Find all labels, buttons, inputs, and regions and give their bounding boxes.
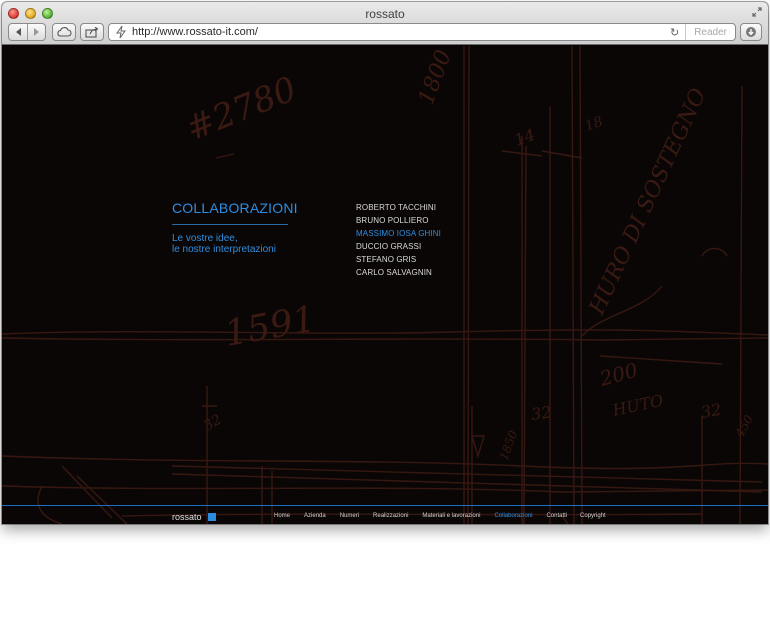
collaborator-link[interactable]: BRUNO POLLIERO (356, 214, 441, 227)
svg-text:#2780: #2780 (180, 69, 302, 149)
svg-text:18: 18 (583, 114, 605, 135)
download-icon (746, 27, 756, 37)
window-title: rossato (365, 7, 405, 21)
collaborator-link[interactable]: CARLO SALVAGNIN (356, 266, 441, 279)
svg-text:32: 32 (530, 402, 553, 424)
svg-text:200: 200 (596, 358, 640, 391)
button-divider (26, 24, 28, 40)
browser-window: rossato http://www.rossato-it.com/ ↻ Rea… (2, 2, 768, 524)
brand-square-icon (207, 513, 216, 521)
share-icon (85, 26, 99, 38)
page-title: COLLABORAZIONI (172, 200, 298, 216)
page-tagline: Le vostre idee, le nostre interpretazion… (172, 233, 276, 255)
nav-numeri[interactable]: Numeri (340, 513, 359, 519)
footer-navigation: Home Azienda Numeri Realizzazioni Materi… (274, 513, 581, 519)
reader-button[interactable]: Reader (685, 24, 735, 40)
forward-arrow-icon[interactable] (32, 28, 40, 36)
nav-realizzazioni[interactable]: Realizzazioni (373, 513, 408, 519)
svg-text:32: 32 (201, 412, 225, 435)
collaborator-link-active[interactable]: MASSIMO IOSA GHINI (356, 227, 441, 240)
nav-materiali-e-lavorazioni[interactable]: Materiali e lavorazioni (422, 513, 480, 519)
collaborator-link[interactable]: STEFANO GRIS (356, 253, 441, 266)
browser-toolbar: rossato http://www.rossato-it.com/ ↻ Rea… (2, 2, 768, 45)
tagline-line-1: Le vostre idee, (172, 233, 238, 244)
collaborator-link[interactable]: ROBERTO TACCHINI (356, 201, 441, 214)
collaborator-link[interactable]: DUCCIO GRASSI (356, 240, 441, 253)
tagline-line-2: le nostre interpretazioni (172, 244, 276, 255)
svg-text:1850: 1850 (497, 428, 521, 462)
nav-azienda[interactable]: Azienda (304, 513, 326, 519)
back-forward-buttons (8, 23, 46, 41)
svg-text:HUTO: HUTO (610, 391, 665, 420)
back-arrow-icon[interactable] (15, 28, 23, 36)
footer-brand[interactable]: rossato (172, 512, 216, 522)
downloads-button[interactable] (740, 23, 762, 41)
svg-text:14: 14 (512, 125, 538, 150)
page-content: #2780 1800 14 18 1591 HURO DI SOSTEGNO 2… (2, 46, 768, 524)
brand-logo-text: rossato (172, 512, 202, 522)
copyright-link[interactable]: Copyright (580, 513, 606, 519)
svg-text:HURO DI SOSTEGNO: HURO DI SOSTEGNO (584, 85, 711, 320)
nav-home[interactable]: Home (274, 513, 290, 519)
collaborators-list: ROBERTO TACCHINI BRUNO POLLIERO MASSIMO … (356, 201, 441, 279)
reload-icon[interactable]: ↻ (670, 26, 679, 39)
site-favicon-icon (116, 25, 126, 39)
fullscreen-icon[interactable] (752, 7, 762, 17)
nav-contatti[interactable]: Contatti (546, 513, 567, 519)
address-bar[interactable]: http://www.rossato-it.com/ ↻ Reader (108, 23, 736, 41)
url-text[interactable]: http://www.rossato-it.com/ (132, 26, 670, 38)
nav-collaborazioni[interactable]: Collaborazioni (494, 513, 532, 519)
icloud-tabs-icon (57, 27, 72, 37)
footer-divider (2, 505, 768, 506)
svg-text:32: 32 (699, 400, 722, 422)
title-divider (172, 224, 288, 225)
svg-text:1800: 1800 (414, 47, 457, 108)
svg-text:1591: 1591 (221, 299, 318, 355)
svg-text:450: 450 (732, 412, 756, 440)
icloud-tabs-button[interactable] (52, 23, 76, 41)
share-button[interactable] (80, 23, 104, 41)
background-sketch-drawing: #2780 1800 14 18 1591 HURO DI SOSTEGNO 2… (2, 46, 768, 524)
